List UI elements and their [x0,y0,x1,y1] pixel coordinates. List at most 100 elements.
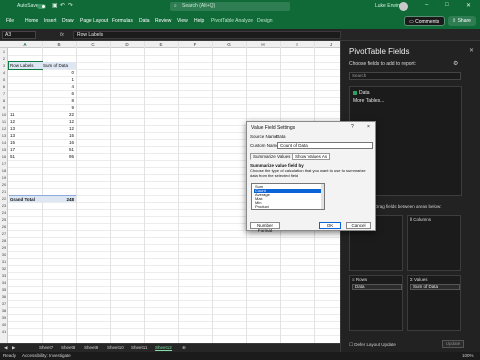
pivot-header-row-labels[interactable]: Row Labels [8,61,43,70]
row-header[interactable]: 31 [0,258,8,265]
tab-view[interactable]: View [177,18,188,24]
cancel-button[interactable]: Cancel [346,222,371,229]
column-header-c[interactable]: C [76,42,110,47]
row-header[interactable]: 3 [0,62,8,69]
save-icon[interactable]: ▣ [52,3,58,9]
column-header-j[interactable]: J [314,42,340,47]
row-header[interactable]: 14 [0,139,8,146]
comments-button[interactable]: ▭ Comments [404,16,445,26]
column-header-f[interactable]: F [178,42,212,47]
pivot-grand-total-label[interactable]: Grand Total [9,195,42,202]
close-icon[interactable]: ✕ [466,2,471,9]
formula-input[interactable]: Row Labels [73,31,341,39]
number-format-button[interactable]: Number Format [250,222,280,233]
column-header-e[interactable]: E [144,42,178,47]
tab-data[interactable]: Data [139,18,150,24]
row-header[interactable]: 17 [0,160,8,167]
row-header[interactable]: 26 [0,223,8,230]
calculation-listbox[interactable]: Sum Count Average Max Min Product [251,183,325,210]
row-header[interactable]: 19 [0,174,8,181]
rows-area[interactable]: ≡ Rows Data [349,275,403,331]
row-header[interactable]: 4 [0,69,8,76]
pivot-row-value[interactable]: 0 [42,69,76,76]
pivot-row-label[interactable]: 13 [10,132,42,139]
row-header[interactable]: 16 [0,153,8,160]
rows-chip-data[interactable]: Data [352,284,402,290]
pivot-row-value[interactable]: 4 [42,83,76,90]
dialog-close-icon[interactable]: × [367,124,370,130]
row-header[interactable]: 18 [0,167,8,174]
tab-file[interactable]: File [6,18,14,24]
row-header[interactable]: 34 [0,279,8,286]
pivot-row-label[interactable] [10,69,42,76]
row-header[interactable]: 22 [0,195,8,202]
tab-formulas[interactable]: Formulas [112,18,133,24]
row-header[interactable]: 9 [0,104,8,111]
pivot-row-value[interactable]: 22 [42,111,76,118]
undo-icon[interactable]: ↶ [60,3,66,9]
calc-option-product[interactable]: Product [254,205,324,209]
help-icon[interactable]: ? [351,124,354,130]
listbox-scrollbar[interactable] [321,184,324,209]
row-header[interactable]: 37 [0,300,8,307]
row-header[interactable]: 10 [0,111,8,118]
gear-icon[interactable]: ⚙ [453,60,458,67]
row-header[interactable]: 40 [0,321,8,328]
sheet-tab[interactable]: Sheet9 [84,345,98,350]
pivot-grand-total-value[interactable]: 248 [42,195,76,202]
checkbox-checked-icon[interactable] [353,91,357,95]
pivot-row-value[interactable]: 6 [42,90,76,97]
row-header[interactable]: 2 [0,55,8,62]
add-sheet-icon[interactable]: ⊕ [182,345,186,351]
column-header-a[interactable]: A [8,42,42,47]
column-header-d[interactable]: D [110,42,144,47]
pivot-row-label[interactable]: 13 [10,125,42,132]
row-header[interactable]: 39 [0,314,8,321]
pivot-row-value[interactable]: 12 [42,125,76,132]
fx-icon[interactable]: fx [60,32,64,38]
sheet-tab[interactable]: Sheet11 [131,345,147,350]
pivot-row-value[interactable]: 9 [42,104,76,111]
tab-page-layout[interactable]: Page Layout [80,18,108,24]
pivot-row-label[interactable] [10,97,42,104]
row-header[interactable]: 35 [0,286,8,293]
tab-show-values-as[interactable]: Show Values As [292,153,331,160]
pivot-row-label[interactable]: 11 [10,111,42,118]
row-header[interactable]: 23 [0,202,8,209]
avatar[interactable] [399,2,408,11]
sheet-tab[interactable]: Sheet8 [61,345,75,350]
pivot-header-sum-of-data[interactable]: Sum of Data [42,62,76,69]
row-header[interactable]: 25 [0,216,8,223]
column-header-i[interactable]: I [280,42,314,47]
row-header[interactable]: 36 [0,293,8,300]
row-header[interactable]: 29 [0,244,8,251]
pane-close-icon[interactable]: ✕ [469,47,474,54]
name-box[interactable]: A3 [2,31,36,39]
tab-pivottable-analyze[interactable]: PivotTable Analyze [211,18,253,24]
row-header[interactable]: 32 [0,265,8,272]
row-header[interactable]: 12 [0,125,8,132]
pivot-row-value[interactable]: 16 [42,139,76,146]
column-header-b[interactable]: B [42,42,76,47]
tab-insert[interactable]: Insert [44,18,57,24]
zoom-level[interactable]: 100% [462,353,474,358]
accessibility-status[interactable]: Accessibility: Investigate [22,353,71,358]
tab-draw[interactable]: Draw [62,18,74,24]
tab-help[interactable]: Help [194,18,204,24]
row-header[interactable]: 6 [0,83,8,90]
autosave-toggle[interactable] [37,4,46,9]
field-data[interactable]: Data [353,90,370,96]
row-header[interactable]: 28 [0,237,8,244]
search-box[interactable]: ⌕ Search (Alt+Q) [170,2,290,11]
row-header[interactable]: 38 [0,307,8,314]
column-header-g[interactable]: G [212,42,246,47]
pivot-row-value[interactable]: 12 [42,118,76,125]
tab-home[interactable]: Home [25,18,38,24]
update-button[interactable]: Update [442,340,464,348]
ok-button[interactable]: OK [319,222,341,229]
pivot-row-label[interactable]: 15 [10,139,42,146]
pivot-row-label[interactable] [10,76,42,83]
maximize-icon[interactable]: □ [445,2,449,8]
minimize-icon[interactable]: – [425,2,428,8]
scroll-right-icon[interactable]: ▶ [12,345,15,351]
